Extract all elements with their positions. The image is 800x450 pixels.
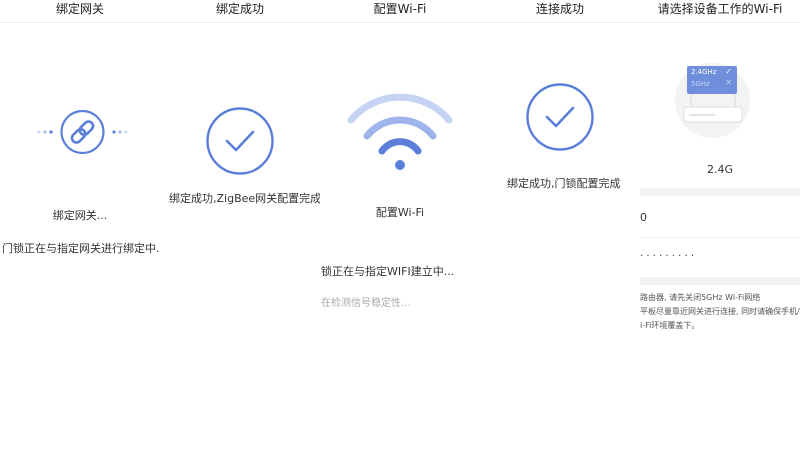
page-title: 配置Wi-Fi	[320, 0, 480, 23]
checkmark-icon: ✓	[725, 67, 732, 76]
page-title: 连接成功	[480, 0, 640, 23]
note-line-3: i-Fi环境覆盖下。	[640, 321, 700, 330]
check-circle-icon	[526, 83, 594, 151]
wifi-icon	[347, 93, 453, 170]
band-label: 2.4G	[706, 163, 734, 176]
section-divider	[640, 277, 800, 285]
page-title: 请选择设备工作的Wi-Fi	[640, 0, 800, 23]
note-line-1: 路由器, 请先关闭5GHz Wi-Fi网络	[640, 293, 761, 302]
check-circle-icon	[206, 107, 274, 175]
section-divider	[640, 188, 800, 196]
link-icon	[60, 109, 105, 155]
panel-bind-gateway: 绑定网关 绑定网关... 门锁正在与指定网关进行绑定中...	[0, 0, 160, 450]
success-message: 绑定成功,ZigBee网关配置完成	[169, 192, 320, 205]
status-text: 绑定网关...	[52, 209, 108, 222]
panel-select-wifi: 请选择设备工作的Wi-Fi 2.4GHz ✓ 5GHz ✕ 2.4G 0 · ·…	[640, 0, 800, 450]
panel-bind-success: 绑定成功 绑定成功,ZigBee网关配置完成	[160, 0, 320, 450]
close-icon: ✕	[725, 78, 732, 87]
hint-text: 在检测信号稳定性...	[321, 298, 411, 309]
link-animation	[37, 109, 128, 155]
wifi-name-field[interactable]: 0	[640, 211, 647, 224]
divider	[640, 237, 800, 238]
status-text: 配置Wi-Fi	[375, 206, 425, 219]
detail-text: 锁正在与指定WIFI建立中...	[321, 265, 455, 278]
detail-text: 门锁正在与指定网关进行绑定中...	[2, 242, 160, 255]
wifi-password-field[interactable]: · · · · · · · · ·	[640, 251, 694, 262]
band-option-5ghz: 5GHz	[691, 80, 710, 88]
panel-connect-success: 连接成功 绑定成功,门锁配置完成	[480, 0, 640, 450]
page-title: 绑定网关	[0, 0, 160, 23]
panel-config-wifi: 配置Wi-Fi 配置Wi-Fi 锁正在与指定WIFI建立中... 在检测信号稳定…	[320, 0, 480, 450]
band-option-24ghz: 2.4GHz	[691, 68, 717, 76]
page-title: 绑定成功	[160, 0, 320, 23]
success-message: 绑定成功,门锁配置完成	[507, 177, 621, 190]
note-line-2: 平板尽量靠近网关进行连接, 同时请确保手机/平	[640, 307, 800, 316]
band-popup: 2.4GHz ✓ 5GHz ✕	[687, 66, 737, 94]
